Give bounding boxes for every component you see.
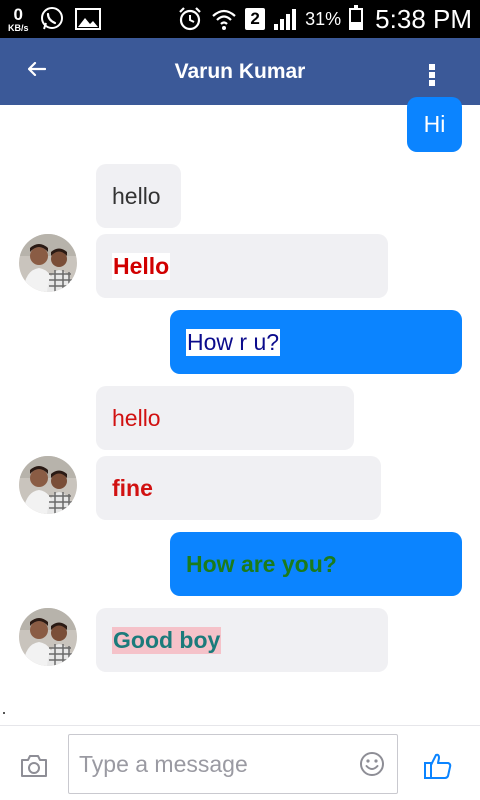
message-bubble-outgoing[interactable]: Hi (407, 97, 462, 152)
signal-strength-icon (274, 9, 297, 30)
message-text: Hi (423, 111, 446, 137)
status-time: 5:38 PM (375, 3, 472, 34)
avatar-photo (19, 456, 77, 514)
avatar-photo (19, 234, 77, 292)
avatar-photo (19, 608, 77, 666)
status-right: 2 31% 5:38 PM (177, 4, 472, 35)
message-text: Good boy (112, 626, 222, 654)
battery-icon (349, 5, 364, 30)
overflow-menu-button[interactable] (422, 60, 442, 90)
message-bubble-incoming[interactable]: Good boy (96, 608, 388, 672)
alarm-icon (179, 7, 201, 31)
message-composer: Type a message (0, 725, 480, 800)
contact-name[interactable]: Varun Kumar (0, 60, 480, 84)
message-text: hello (112, 182, 161, 209)
message-list[interactable]: Hi hello Hello How r u? hello fine How a… (0, 97, 480, 725)
overflow-menu-icon (429, 64, 435, 86)
data-speed-value: 0 (13, 4, 23, 24)
like-button[interactable] (423, 751, 453, 781)
contact-avatar[interactable] (19, 608, 77, 666)
thumbs-up-icon (424, 753, 452, 779)
message-text: How r u? (186, 328, 281, 356)
status-left: 0 KB/s (8, 6, 101, 33)
data-speed-indicator: 0 KB/s (8, 6, 29, 33)
message-bubble-incoming[interactable]: hello (96, 386, 354, 450)
stray-pixel (3, 712, 5, 714)
gallery-icon (74, 8, 101, 30)
message-text: hello (112, 404, 161, 431)
battery-percent: 31% (305, 8, 342, 29)
message-bubble-incoming[interactable]: fine (96, 456, 381, 520)
conversation-header: Varun Kumar (0, 38, 480, 105)
status-bar: 0 KB/s 2 31% 5:38 PM (0, 0, 480, 38)
back-arrow-icon (28, 62, 46, 76)
camera-button[interactable] (19, 753, 49, 779)
message-text: How are you? (186, 550, 337, 577)
emoji-button[interactable] (359, 751, 385, 777)
whatsapp-icon (40, 7, 63, 30)
message-bubble-outgoing[interactable]: How are you? (170, 532, 462, 596)
message-bubble-incoming[interactable]: Hello (96, 234, 388, 298)
message-bubble-incoming[interactable]: hello (96, 164, 181, 228)
wifi-icon (212, 9, 236, 30)
camera-icon (21, 755, 47, 777)
message-input-placeholder: Type a message (79, 750, 248, 777)
message-input[interactable]: Type a message (68, 734, 398, 794)
contact-avatar[interactable] (19, 456, 77, 514)
message-text: Hello (112, 252, 171, 280)
smiley-icon (360, 752, 384, 776)
sim-slot-badge: 2 (245, 8, 266, 30)
contact-avatar[interactable] (19, 234, 77, 292)
message-bubble-outgoing[interactable]: How r u? (170, 310, 462, 374)
message-text: fine (112, 474, 153, 501)
back-button[interactable] (22, 54, 52, 84)
messenger-screen: 0 KB/s 2 31% 5:38 PM Varun Kumar Hi hell… (0, 0, 480, 800)
data-speed-unit: KB/s (8, 22, 29, 33)
